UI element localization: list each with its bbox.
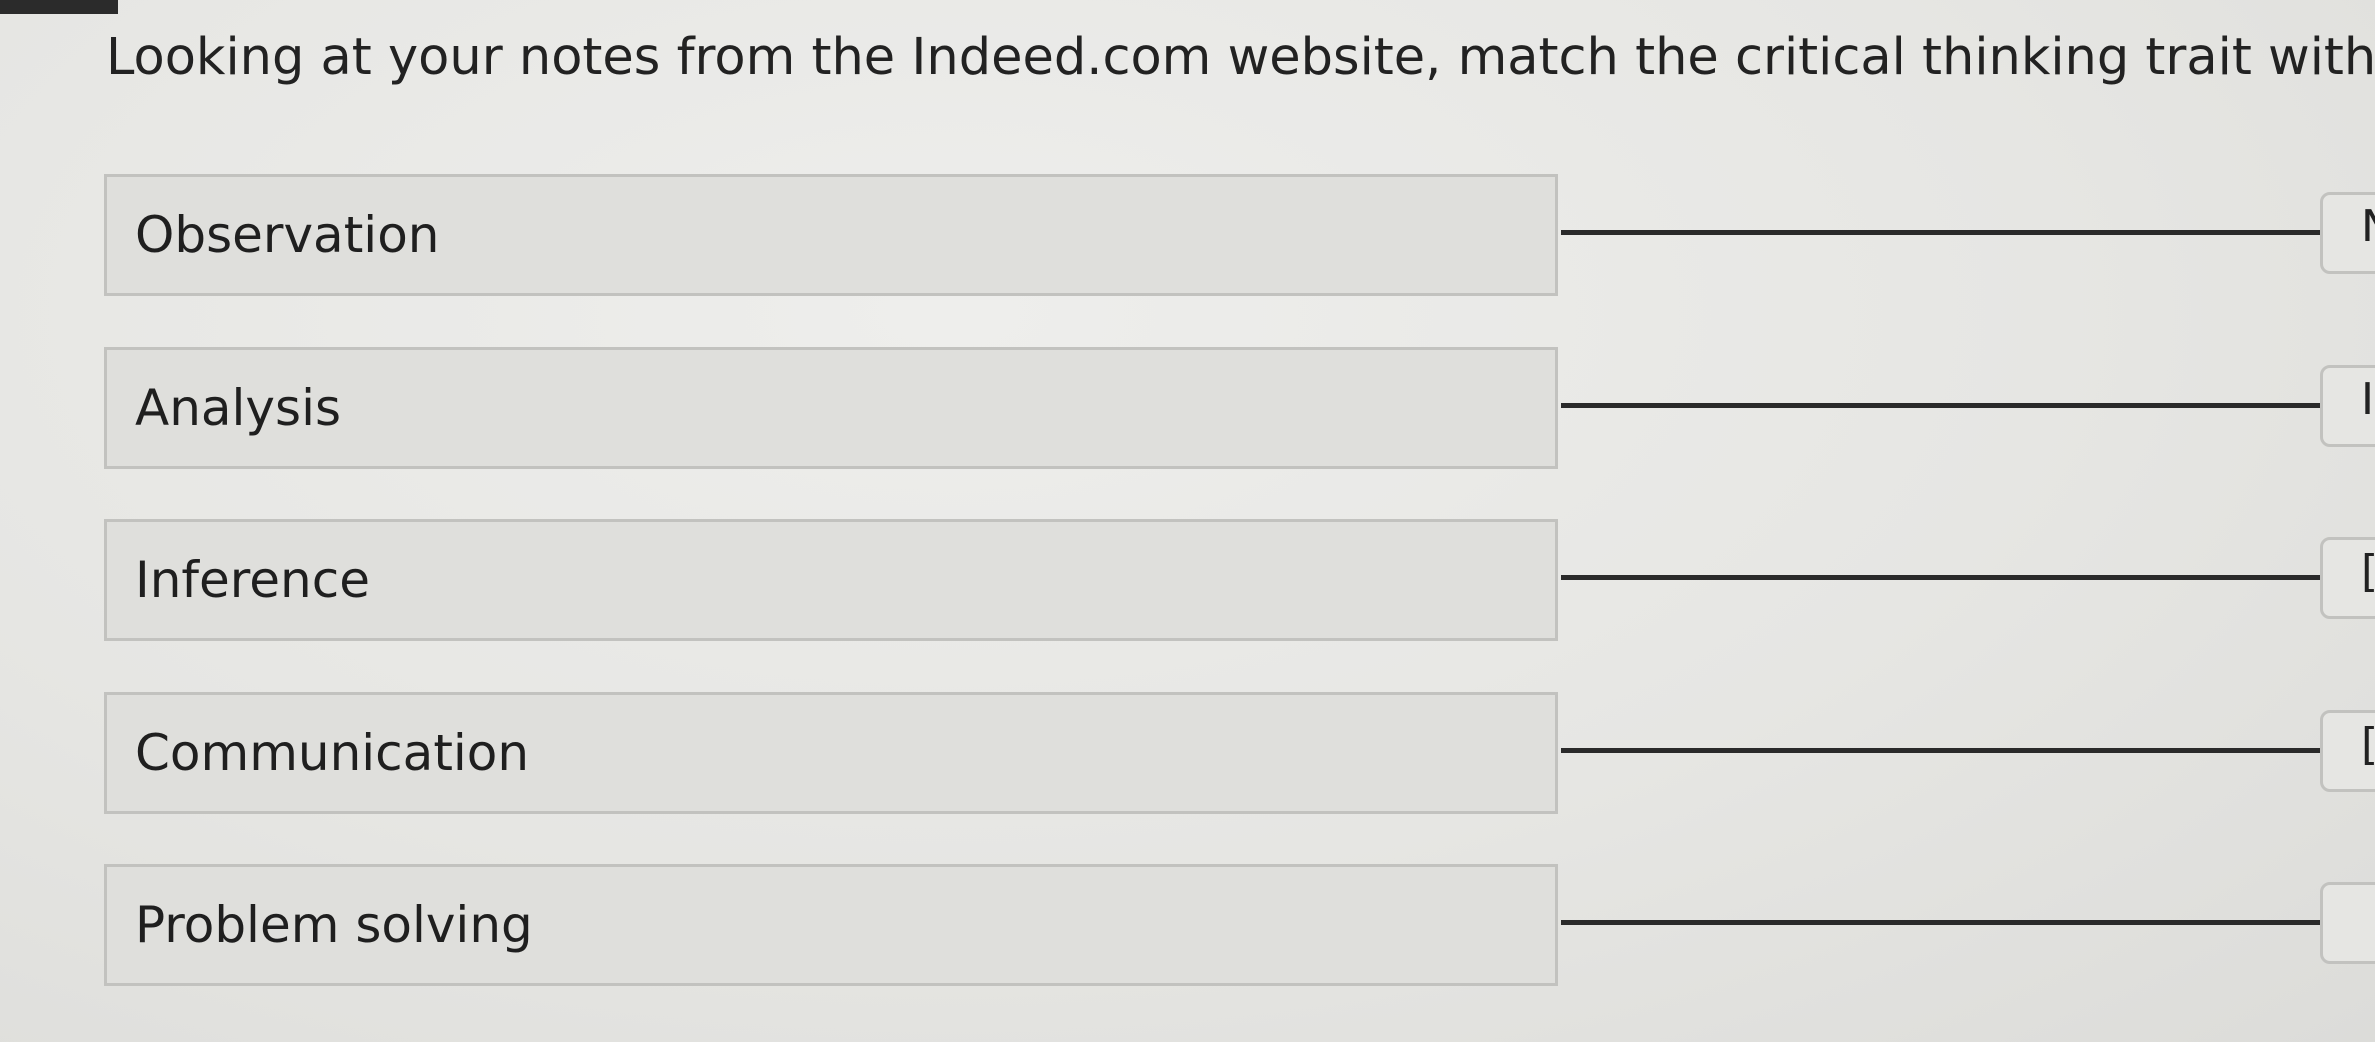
matching-question-page: Looking at your notes from the Indeed.co… [0,0,2375,1042]
definition-box[interactable]: N [2320,192,2375,274]
definition-box[interactable]: I [2320,365,2375,447]
term-inference[interactable]: Inference [104,519,1558,641]
definition-text-fragment: N [2361,205,2375,249]
question-prompt: Looking at your notes from the Indeed.co… [106,28,2375,87]
term-label: Problem solving [135,896,533,954]
match-row: Problem solving [0,864,2375,992]
term-label: Communication [135,724,530,782]
top-bar [0,0,118,14]
match-connector-line [1561,403,2320,408]
term-label: Inference [135,551,370,609]
term-analysis[interactable]: Analysis [104,347,1558,469]
term-label: Observation [135,206,440,264]
definition-box[interactable]: [ [2320,537,2375,619]
match-connector-line [1561,748,2320,753]
definition-box[interactable] [2320,882,2375,964]
term-label: Analysis [135,379,342,437]
match-row: Communication [ [0,692,2375,820]
match-connector-line [1561,920,2320,925]
match-row: Inference [ [0,519,2375,647]
term-problem-solving[interactable]: Problem solving [104,864,1558,986]
definition-text-fragment: [ [2361,550,2375,594]
match-connector-line [1561,575,2320,580]
match-row: Observation N [0,174,2375,302]
definition-text-fragment: I [2361,374,2374,425]
term-communication[interactable]: Communication [104,692,1558,814]
definition-text-fragment: [ [2361,723,2375,767]
definition-box[interactable]: [ [2320,710,2375,792]
match-connector-line [1561,230,2320,235]
match-row: Analysis I [0,347,2375,475]
term-observation[interactable]: Observation [104,174,1558,296]
